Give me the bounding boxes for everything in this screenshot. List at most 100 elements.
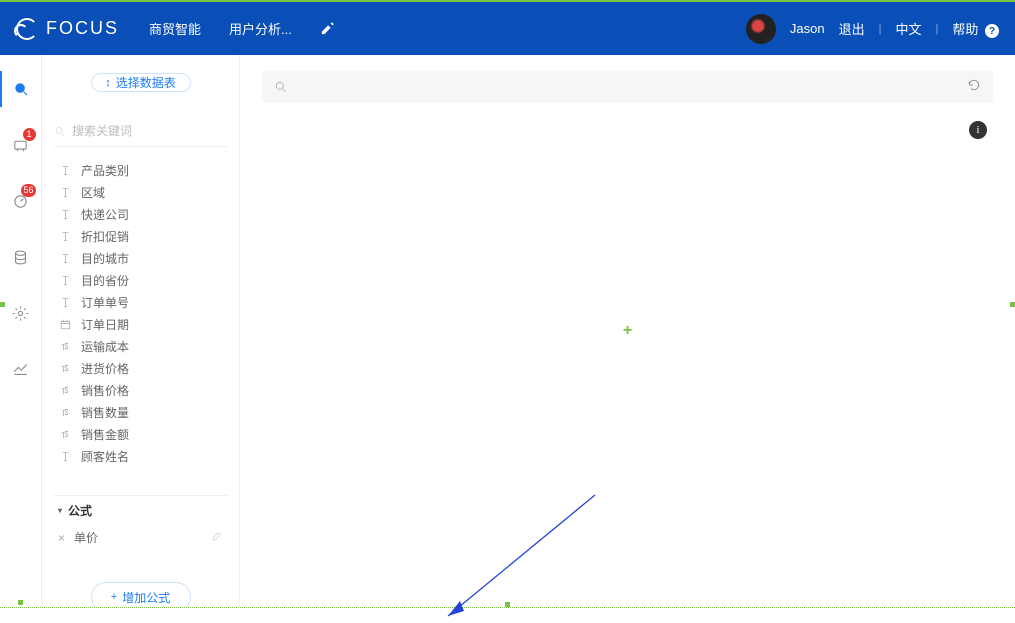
rail-gauge[interactable]: 56 (0, 183, 42, 219)
divider: | (879, 23, 882, 35)
num-type-icon (58, 340, 72, 352)
field-item[interactable]: 区域 (54, 181, 227, 203)
field-item[interactable]: 进货价格 (54, 357, 227, 379)
canvas-drop-marker: + (623, 322, 632, 340)
field-item[interactable]: 快递公司 (54, 203, 227, 225)
fields-panel: ↕ 选择数据表 产品类别区域快递公司折扣促销目的城市目的省份订单单号订单日期运输… (42, 55, 240, 607)
help-question-icon: ? (985, 24, 999, 38)
rail-pinboard[interactable]: 1 (0, 127, 42, 163)
app-body: 1 56 ↕ 选择数据表 产品类别区域快递公司折扣促销目的城市目的省份订单单号订… (0, 55, 1015, 607)
user-name[interactable]: Jason (790, 21, 825, 36)
main-content: i + (240, 55, 1015, 607)
text-type-icon (58, 208, 72, 220)
num-type-icon (58, 362, 72, 374)
logout-link[interactable]: 退出 (839, 19, 865, 38)
field-item[interactable]: 顾客姓名 (54, 445, 227, 467)
search-icon (13, 81, 30, 98)
field-label: 运输成本 (81, 338, 129, 355)
field-item[interactable]: 订单单号 (54, 291, 227, 313)
field-label: 进货价格 (81, 360, 129, 377)
formula-item[interactable]: × 单价 (54, 525, 227, 550)
field-item[interactable]: 销售金额 (54, 423, 227, 445)
field-item[interactable]: 目的省份 (54, 269, 227, 291)
field-item[interactable]: 目的城市 (54, 247, 227, 269)
field-label: 目的省份 (81, 272, 129, 289)
divider: | (936, 23, 939, 35)
date-type-icon (58, 318, 72, 330)
search-icon (54, 125, 66, 138)
field-item[interactable]: 销售数量 (54, 401, 227, 423)
field-item[interactable]: 产品类别 (54, 159, 227, 181)
field-label: 顾客姓名 (81, 448, 129, 465)
top-nav: 商贸智能 用户分析... (149, 19, 335, 38)
text-type-icon (58, 296, 72, 308)
app-logo: FOCUS (16, 18, 119, 40)
swap-icon: ↕ (105, 77, 111, 89)
rail-trend[interactable] (0, 351, 42, 387)
field-label: 订单单号 (81, 294, 129, 311)
field-label: 目的城市 (81, 250, 129, 267)
database-icon (12, 249, 29, 266)
gear-icon (12, 305, 29, 322)
main-search-bar[interactable] (262, 71, 993, 103)
annotation-arrow (440, 493, 600, 623)
field-label: 销售价格 (81, 382, 129, 399)
badge: 56 (21, 184, 35, 197)
help-link[interactable]: 帮助 ? (952, 19, 999, 39)
nav-user-analysis[interactable]: 用户分析... (229, 19, 292, 38)
text-type-icon (58, 186, 72, 198)
text-type-icon (58, 164, 72, 176)
edit-icon[interactable] (320, 21, 335, 36)
field-label: 销售金额 (81, 426, 129, 443)
field-label: 产品类别 (81, 162, 129, 179)
keyword-input[interactable] (72, 124, 227, 138)
badge: 1 (23, 128, 36, 141)
remove-formula-icon[interactable]: × (58, 531, 65, 545)
caret-down-icon: ▾ (58, 506, 62, 515)
text-type-icon (58, 450, 72, 462)
field-item[interactable]: 订单日期 (54, 313, 227, 335)
nav-business[interactable]: 商贸智能 (149, 19, 201, 38)
field-item[interactable]: 折扣促销 (54, 225, 227, 247)
main-search-input[interactable] (296, 80, 959, 94)
logo-text: FOCUS (46, 18, 119, 39)
focus-logo-icon (16, 18, 38, 40)
left-rail: 1 56 (0, 55, 42, 607)
edge-marker (505, 602, 510, 607)
field-label: 销售数量 (81, 404, 129, 421)
keyword-search[interactable] (54, 124, 227, 147)
rail-data[interactable] (0, 239, 42, 275)
rail-settings[interactable] (0, 295, 42, 331)
header-right: Jason 退出 | 中文 | 帮助 ? (746, 14, 999, 44)
text-type-icon (58, 274, 72, 286)
avatar[interactable] (746, 14, 776, 44)
text-type-icon (58, 252, 72, 264)
field-label: 快递公司 (81, 206, 129, 223)
text-type-icon (58, 230, 72, 242)
field-list: 产品类别区域快递公司折扣促销目的城市目的省份订单单号订单日期运输成本进货价格销售… (54, 159, 227, 467)
add-formula-button[interactable]: + 增加公式 (91, 582, 191, 607)
formula-section-header[interactable]: ▾ 公式 (54, 495, 227, 525)
trend-icon (12, 361, 29, 378)
edge-marker (0, 302, 5, 307)
field-label: 订单日期 (81, 316, 129, 333)
field-label: 折扣促销 (81, 228, 129, 245)
field-label: 区域 (81, 184, 105, 201)
top-header: FOCUS 商贸智能 用户分析... Jason 退出 | 中文 | 帮助 ? (0, 2, 1015, 55)
num-type-icon (58, 406, 72, 418)
rail-search[interactable] (0, 71, 42, 107)
field-item[interactable]: 销售价格 (54, 379, 227, 401)
reload-icon[interactable] (967, 78, 981, 97)
formula-label: 单价 (74, 529, 98, 546)
select-data-table-button[interactable]: ↕ 选择数据表 (91, 73, 191, 92)
field-item[interactable]: 运输成本 (54, 335, 227, 357)
num-type-icon (58, 428, 72, 440)
plus-icon: + (111, 591, 117, 603)
edit-formula-icon[interactable] (211, 530, 223, 545)
search-icon (274, 80, 288, 94)
lang-link[interactable]: 中文 (895, 19, 921, 38)
edge-marker (18, 600, 23, 605)
edge-marker (1010, 302, 1015, 307)
num-type-icon (58, 384, 72, 396)
info-icon[interactable]: i (969, 121, 987, 139)
